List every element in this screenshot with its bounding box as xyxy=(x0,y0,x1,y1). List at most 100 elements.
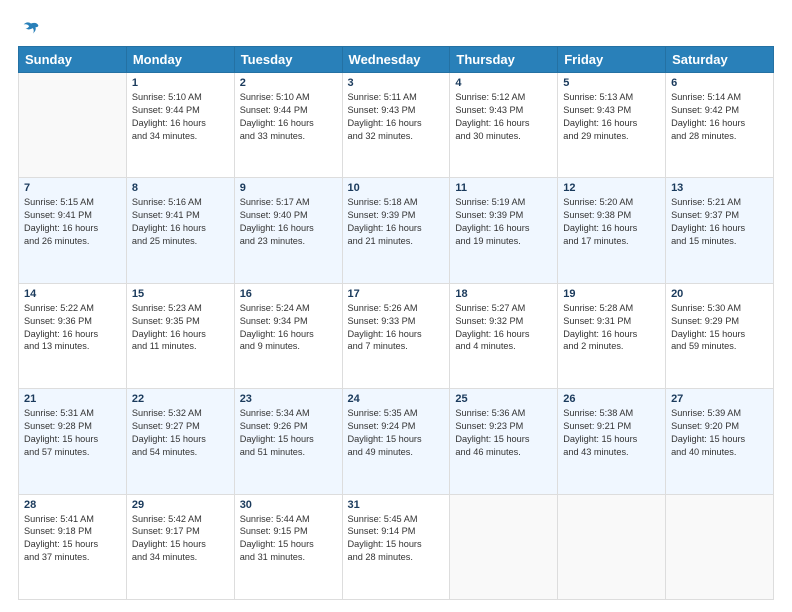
day-number: 25 xyxy=(455,393,552,405)
day-info: Sunrise: 5:38 AM Sunset: 9:21 PM Dayligh… xyxy=(563,407,660,459)
logo xyxy=(18,18,42,36)
day-info: Sunrise: 5:32 AM Sunset: 9:27 PM Dayligh… xyxy=(132,407,229,459)
calendar-day-cell: 16 Sunrise: 5:24 AM Sunset: 9:34 PM Dayli… xyxy=(234,283,342,388)
calendar-week-row: 14Sunrise: 5:22 AM Sunset: 9:36 PM Dayli… xyxy=(19,283,774,388)
day-info: Sunrise: 5:24 AM Sunset: 9:34 PM Dayligh… xyxy=(240,302,337,354)
day-number: 20 xyxy=(671,288,768,300)
day-number: 15 xyxy=(132,288,229,300)
day-info: Sunrise: 5:19 AM Sunset: 9:39 PM Dayligh… xyxy=(455,196,552,248)
day-info: Sunrise: 5:27 AM Sunset: 9:32 PM Dayligh… xyxy=(455,302,552,354)
day-info: Sunrise: 5:31 AM Sunset: 9:28 PM Dayligh… xyxy=(24,407,121,459)
calendar-day-header: Wednesday xyxy=(342,47,450,73)
calendar-table: SundayMondayTuesdayWednesdayThursdayFrid… xyxy=(18,46,774,600)
day-number: 29 xyxy=(132,499,229,511)
day-info: Sunrise: 5:34 AM Sunset: 9:26 PM Dayligh… xyxy=(240,407,337,459)
calendar-day-cell: 7Sunrise: 5:15 AM Sunset: 9:41 PM Daylig… xyxy=(19,178,127,283)
day-info: Sunrise: 5:45 AM Sunset: 9:14 PM Dayligh… xyxy=(348,513,445,565)
day-number: 18 xyxy=(455,288,552,300)
day-info: Sunrise: 5:28 AM Sunset: 9:31 PM Dayligh… xyxy=(563,302,660,354)
day-info: Sunrise: 5:36 AM Sunset: 9:23 PM Dayligh… xyxy=(455,407,552,459)
calendar-week-row: 28Sunrise: 5:41 AM Sunset: 9:18 PM Dayli… xyxy=(19,494,774,599)
calendar-day-cell: 12 Sunrise: 5:20 AM Sunset: 9:38 PM Dayli… xyxy=(558,178,666,283)
calendar-day-header: Tuesday xyxy=(234,47,342,73)
day-info: Sunrise: 5:16 AM Sunset: 9:41 PM Dayligh… xyxy=(132,196,229,248)
day-number: 28 xyxy=(24,499,121,511)
day-info: Sunrise: 5:11 AM Sunset: 9:43 PM Dayligh… xyxy=(348,91,445,143)
day-info: Sunrise: 5:13 AM Sunset: 9:43 PM Dayligh… xyxy=(563,91,660,143)
day-number: 6 xyxy=(671,77,768,89)
day-info: Sunrise: 5:10 AM Sunset: 9:44 PM Dayligh… xyxy=(132,91,229,143)
day-info: Sunrise: 5:23 AM Sunset: 9:35 PM Dayligh… xyxy=(132,302,229,354)
calendar-day-cell: 30Sunrise: 5:44 AM Sunset: 9:15 PM Dayli… xyxy=(234,494,342,599)
day-number: 26 xyxy=(563,393,660,405)
day-info: Sunrise: 5:39 AM Sunset: 9:20 PM Dayligh… xyxy=(671,407,768,459)
day-number: 19 xyxy=(563,288,660,300)
day-info: Sunrise: 5:21 AM Sunset: 9:37 PM Dayligh… xyxy=(671,196,768,248)
calendar-day-cell: 3 Sunrise: 5:11 AM Sunset: 9:43 PM Daylig… xyxy=(342,73,450,178)
calendar-day-cell xyxy=(666,494,774,599)
calendar-day-cell: 17 Sunrise: 5:26 AM Sunset: 9:33 PM Dayli… xyxy=(342,283,450,388)
calendar-day-cell: 6 Sunrise: 5:14 AM Sunset: 9:42 PM Daylig… xyxy=(666,73,774,178)
calendar-day-cell: 26 Sunrise: 5:38 AM Sunset: 9:21 PM Dayli… xyxy=(558,389,666,494)
calendar-day-cell: 2 Sunrise: 5:10 AM Sunset: 9:44 PM Daylig… xyxy=(234,73,342,178)
calendar-day-cell: 24 Sunrise: 5:35 AM Sunset: 9:24 PM Dayli… xyxy=(342,389,450,494)
day-number: 1 xyxy=(132,77,229,89)
day-number: 14 xyxy=(24,288,121,300)
day-number: 13 xyxy=(671,182,768,194)
calendar-day-header: Monday xyxy=(126,47,234,73)
page: SundayMondayTuesdayWednesdayThursdayFrid… xyxy=(0,0,792,612)
calendar-day-cell: 19 Sunrise: 5:28 AM Sunset: 9:31 PM Dayli… xyxy=(558,283,666,388)
day-info: Sunrise: 5:18 AM Sunset: 9:39 PM Dayligh… xyxy=(348,196,445,248)
day-info: Sunrise: 5:12 AM Sunset: 9:43 PM Dayligh… xyxy=(455,91,552,143)
calendar-day-cell: 5 Sunrise: 5:13 AM Sunset: 9:43 PM Daylig… xyxy=(558,73,666,178)
day-number: 22 xyxy=(132,393,229,405)
day-info: Sunrise: 5:20 AM Sunset: 9:38 PM Dayligh… xyxy=(563,196,660,248)
calendar-day-cell: 20 Sunrise: 5:30 AM Sunset: 9:29 PM Dayli… xyxy=(666,283,774,388)
day-number: 12 xyxy=(563,182,660,194)
day-number: 9 xyxy=(240,182,337,194)
day-number: 27 xyxy=(671,393,768,405)
day-number: 10 xyxy=(348,182,445,194)
calendar-day-cell xyxy=(450,494,558,599)
calendar-day-cell: 14Sunrise: 5:22 AM Sunset: 9:36 PM Dayli… xyxy=(19,283,127,388)
calendar-day-cell: 23 Sunrise: 5:34 AM Sunset: 9:26 PM Dayli… xyxy=(234,389,342,494)
calendar-day-cell: 28Sunrise: 5:41 AM Sunset: 9:18 PM Dayli… xyxy=(19,494,127,599)
header xyxy=(18,18,774,36)
day-number: 23 xyxy=(240,393,337,405)
day-number: 3 xyxy=(348,77,445,89)
day-number: 17 xyxy=(348,288,445,300)
day-info: Sunrise: 5:35 AM Sunset: 9:24 PM Dayligh… xyxy=(348,407,445,459)
calendar-day-header: Saturday xyxy=(666,47,774,73)
day-info: Sunrise: 5:10 AM Sunset: 9:44 PM Dayligh… xyxy=(240,91,337,143)
calendar-day-cell: 22 Sunrise: 5:32 AM Sunset: 9:27 PM Dayli… xyxy=(126,389,234,494)
logo-text xyxy=(18,18,42,40)
calendar-day-cell: 11 Sunrise: 5:19 AM Sunset: 9:39 PM Dayli… xyxy=(450,178,558,283)
day-info: Sunrise: 5:26 AM Sunset: 9:33 PM Dayligh… xyxy=(348,302,445,354)
calendar-day-cell: 29 Sunrise: 5:42 AM Sunset: 9:17 PM Dayli… xyxy=(126,494,234,599)
calendar-day-cell: 8 Sunrise: 5:16 AM Sunset: 9:41 PM Daylig… xyxy=(126,178,234,283)
calendar-week-row: 1 Sunrise: 5:10 AM Sunset: 9:44 PM Daylig… xyxy=(19,73,774,178)
day-number: 11 xyxy=(455,182,552,194)
calendar-day-cell: 27 Sunrise: 5:39 AM Sunset: 9:20 PM Dayli… xyxy=(666,389,774,494)
day-number: 5 xyxy=(563,77,660,89)
calendar-day-cell: 10 Sunrise: 5:18 AM Sunset: 9:39 PM Dayli… xyxy=(342,178,450,283)
day-number: 21 xyxy=(24,393,121,405)
calendar-day-cell: 15 Sunrise: 5:23 AM Sunset: 9:35 PM Dayli… xyxy=(126,283,234,388)
calendar-day-cell: 18 Sunrise: 5:27 AM Sunset: 9:32 PM Dayli… xyxy=(450,283,558,388)
day-number: 4 xyxy=(455,77,552,89)
logo-bird-icon xyxy=(20,18,42,40)
calendar-day-cell xyxy=(19,73,127,178)
calendar-day-cell: 31Sunrise: 5:45 AM Sunset: 9:14 PM Dayli… xyxy=(342,494,450,599)
calendar-day-cell: 25 Sunrise: 5:36 AM Sunset: 9:23 PM Dayli… xyxy=(450,389,558,494)
calendar-day-cell: 4 Sunrise: 5:12 AM Sunset: 9:43 PM Daylig… xyxy=(450,73,558,178)
day-number: 24 xyxy=(348,393,445,405)
day-info: Sunrise: 5:30 AM Sunset: 9:29 PM Dayligh… xyxy=(671,302,768,354)
day-info: Sunrise: 5:44 AM Sunset: 9:15 PM Dayligh… xyxy=(240,513,337,565)
calendar-day-cell xyxy=(558,494,666,599)
day-info: Sunrise: 5:14 AM Sunset: 9:42 PM Dayligh… xyxy=(671,91,768,143)
day-number: 8 xyxy=(132,182,229,194)
day-info: Sunrise: 5:42 AM Sunset: 9:17 PM Dayligh… xyxy=(132,513,229,565)
calendar-week-row: 7Sunrise: 5:15 AM Sunset: 9:41 PM Daylig… xyxy=(19,178,774,283)
day-number: 2 xyxy=(240,77,337,89)
day-number: 16 xyxy=(240,288,337,300)
